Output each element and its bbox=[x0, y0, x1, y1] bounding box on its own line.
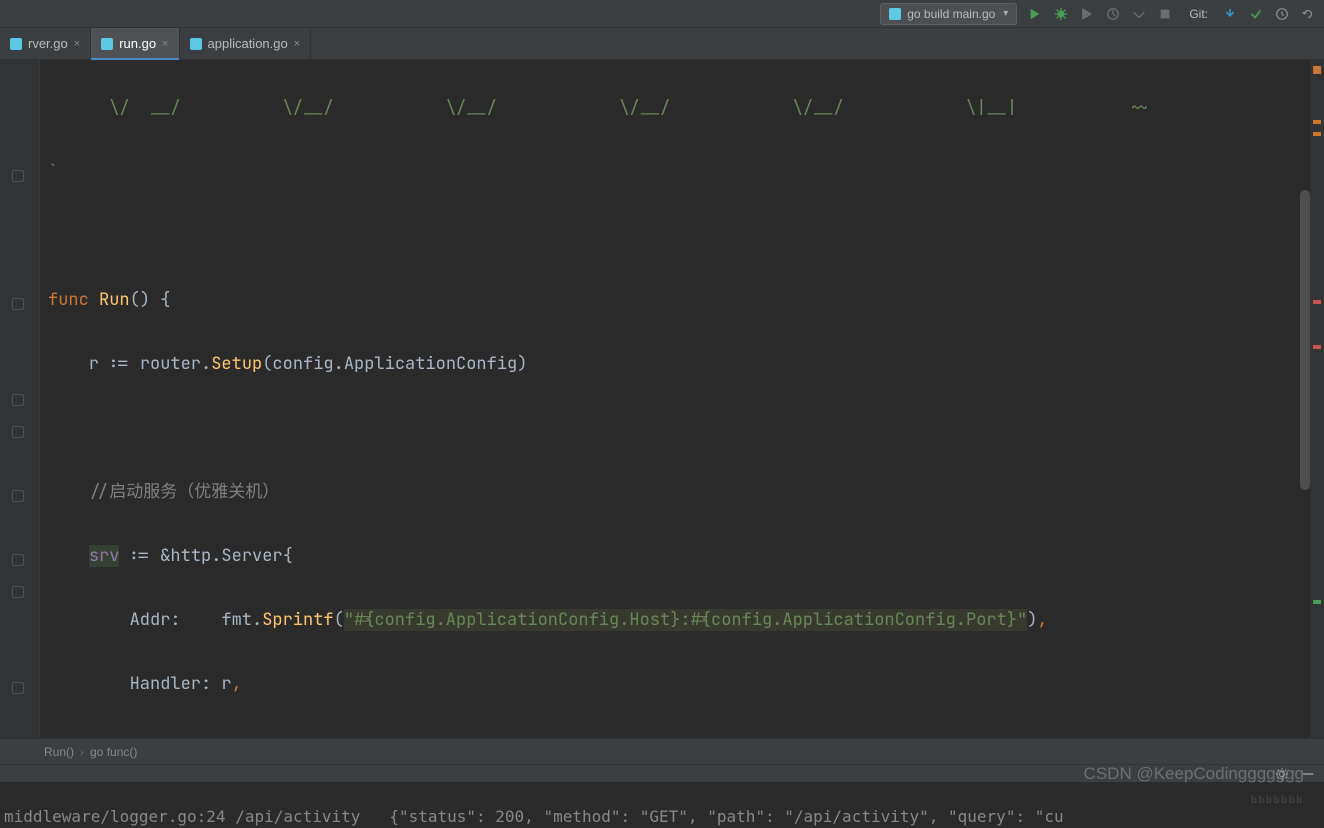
close-icon[interactable]: × bbox=[74, 38, 80, 50]
git-label: Git: bbox=[1189, 7, 1208, 21]
error-marker[interactable] bbox=[1313, 300, 1321, 304]
run-configuration-dropdown[interactable]: go build main.go ▾ bbox=[880, 3, 1017, 25]
git-update-icon[interactable] bbox=[1222, 6, 1238, 22]
close-icon[interactable]: × bbox=[294, 38, 300, 50]
toolbar-actions: Git: bbox=[1027, 6, 1316, 22]
profile-icon[interactable] bbox=[1105, 6, 1121, 22]
fold-icon[interactable] bbox=[12, 490, 24, 502]
close-icon[interactable]: × bbox=[162, 38, 168, 50]
fold-icon[interactable] bbox=[12, 298, 24, 310]
tab-application-go[interactable]: application.go × bbox=[180, 28, 312, 59]
tab-label: application.go bbox=[208, 36, 288, 51]
fold-icon[interactable] bbox=[12, 554, 24, 566]
error-marker[interactable] bbox=[1313, 345, 1321, 349]
run-config-label: go build main.go bbox=[907, 7, 995, 21]
watermark: CSDN @KeepCodinggggggg bbox=[1084, 764, 1304, 784]
coverage-icon[interactable] bbox=[1079, 6, 1095, 22]
top-toolbar: go build main.go ▾ Git: bbox=[0, 0, 1324, 28]
rollback-icon[interactable] bbox=[1300, 6, 1316, 22]
go-icon bbox=[889, 8, 901, 20]
console-line: middleware/logger.go:24 /api/activity {"… bbox=[4, 805, 1324, 828]
watermark-sub: bbbbbbb bbox=[1251, 795, 1304, 806]
tab-run-go[interactable]: run.go × bbox=[91, 28, 179, 59]
stop-icon[interactable] bbox=[1157, 6, 1173, 22]
git-commit-icon[interactable] bbox=[1248, 6, 1264, 22]
gutter[interactable] bbox=[0, 60, 40, 738]
fold-icon[interactable] bbox=[12, 586, 24, 598]
marker-strip[interactable] bbox=[1310, 60, 1324, 738]
tab-label: rver.go bbox=[28, 36, 68, 51]
debug-icon[interactable] bbox=[1053, 6, 1069, 22]
breadcrumb-item[interactable]: Run() bbox=[44, 745, 74, 759]
fold-icon[interactable] bbox=[12, 170, 24, 182]
tab-rver-go[interactable]: rver.go × bbox=[0, 28, 91, 59]
console-output[interactable]: middleware/logger.go:24 /api/activity {"… bbox=[0, 782, 1324, 828]
breadcrumb-item[interactable]: go func() bbox=[90, 745, 137, 759]
run-icon[interactable] bbox=[1027, 6, 1043, 22]
status-marker bbox=[1313, 66, 1321, 74]
go-file-icon bbox=[10, 38, 22, 50]
go-file-icon bbox=[101, 38, 113, 50]
fold-icon[interactable] bbox=[12, 426, 24, 438]
warning-marker[interactable] bbox=[1313, 132, 1321, 136]
chevron-right-icon: › bbox=[80, 745, 84, 759]
go-file-icon bbox=[190, 38, 202, 50]
change-marker[interactable] bbox=[1313, 600, 1321, 604]
git-history-icon[interactable] bbox=[1274, 6, 1290, 22]
fold-icon[interactable] bbox=[12, 394, 24, 406]
code-editor[interactable]: \/ __/ \/__/ \/__/ \/__/ \/__/ \|__| ~~ … bbox=[0, 60, 1324, 738]
chevron-down-icon: ▾ bbox=[1003, 8, 1008, 19]
warning-marker[interactable] bbox=[1313, 120, 1321, 124]
breadcrumb: Run() › go func() bbox=[0, 738, 1324, 764]
scrollbar-track[interactable] bbox=[1298, 60, 1310, 738]
editor-tabs: rver.go × run.go × application.go × bbox=[0, 28, 1324, 60]
attach-icon[interactable] bbox=[1131, 6, 1147, 22]
code-content[interactable]: \/ __/ \/__/ \/__/ \/__/ \/__/ \|__| ~~ … bbox=[40, 60, 1310, 738]
scrollbar-thumb[interactable] bbox=[1300, 190, 1310, 490]
tab-label: run.go bbox=[119, 36, 156, 51]
fold-icon[interactable] bbox=[12, 682, 24, 694]
